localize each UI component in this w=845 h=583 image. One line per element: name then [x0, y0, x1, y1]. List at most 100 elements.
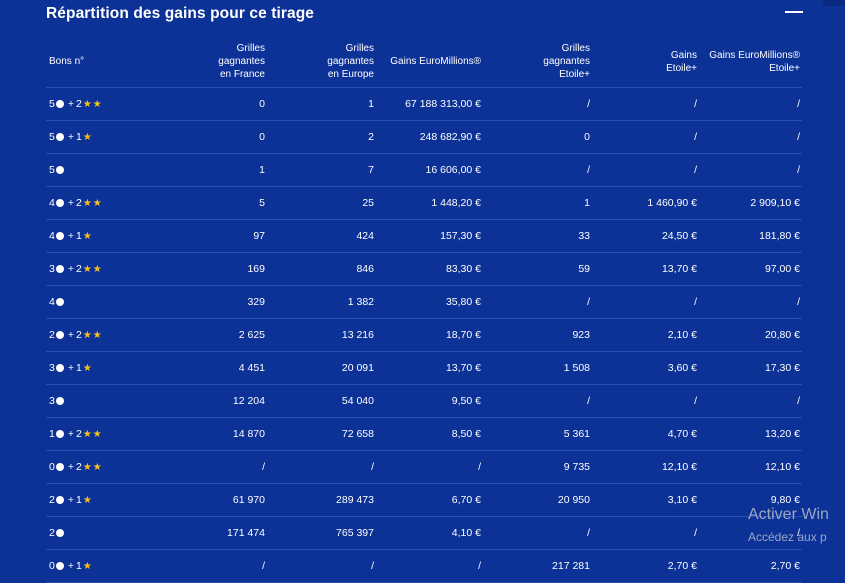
star-icon: ★	[92, 462, 102, 473]
combination-cell: 4 +2★★	[46, 186, 140, 220]
star-icon: ★	[82, 198, 92, 209]
value-cell: 14 870	[140, 417, 267, 451]
balls-count: 4	[49, 197, 55, 209]
value-cell: /	[267, 549, 376, 583]
ball-icon	[55, 496, 64, 504]
value-cell: 13,70 €	[376, 351, 483, 385]
plus-sign: +	[67, 461, 74, 473]
value-cell: 1 448,20 €	[376, 186, 483, 220]
star-icon: ★	[82, 99, 92, 110]
plus-sign: +	[67, 131, 74, 143]
value-cell: 1 508	[483, 351, 592, 385]
plus-sign: +	[67, 329, 74, 341]
balls-count: 5	[49, 98, 55, 110]
value-cell: /	[483, 153, 592, 187]
star-icon: ★	[82, 561, 92, 572]
value-cell: 1	[483, 186, 592, 220]
value-cell: /	[483, 285, 592, 319]
star-icon: ★	[82, 462, 92, 473]
value-cell: /	[140, 450, 267, 484]
value-cell: /	[699, 87, 802, 121]
ball-icon	[55, 133, 64, 141]
balls-count: 0	[49, 560, 55, 572]
value-cell: /	[592, 285, 699, 319]
star-icon: ★	[92, 198, 102, 209]
table-row: 3 12 204 54 040 9,50 € / / /	[46, 384, 802, 418]
stars-count: 2	[75, 329, 82, 341]
value-cell: /	[483, 384, 592, 418]
column-header: Grilles gagnantes en France	[140, 36, 267, 88]
value-cell: 2 625	[140, 318, 267, 352]
value-cell: 0	[140, 87, 267, 121]
value-cell: 20,80 €	[699, 318, 802, 352]
table-row: 5 1 7 16 606,00 € / / /	[46, 153, 802, 187]
value-cell: 61 970	[140, 483, 267, 517]
column-header: Grilles gagnantes en Europe	[267, 36, 376, 88]
table-row: 3 +1★ 4 451 20 091 13,70 €1 508 3,60 €17,30 €	[46, 351, 802, 385]
value-cell: /	[592, 384, 699, 418]
value-cell: 1	[140, 153, 267, 187]
ball-icon	[55, 397, 64, 405]
stars-count: 1	[75, 230, 82, 242]
value-cell: 5	[140, 186, 267, 220]
plus-sign: +	[67, 98, 74, 110]
column-header: Grilles gagnantes Etoile+	[483, 36, 592, 88]
balls-count: 3	[49, 362, 55, 374]
table-row: 3 +2★★ 169 846 83,30 €59 13,70 €97,00 €	[46, 252, 802, 286]
window-edge	[823, 0, 845, 6]
value-cell: 9,50 €	[376, 384, 483, 418]
balls-count: 2	[49, 329, 55, 341]
table-row: 5 +2★★ 0 1 67 188 313,00 € / / /	[46, 87, 802, 121]
page-title: Répartition des gains pour ce tirage	[46, 5, 315, 22]
value-cell: 13 216	[267, 318, 376, 352]
value-cell: 8,50 €	[376, 417, 483, 451]
star-icon: ★	[82, 495, 92, 506]
table-body: 5 +2★★ 0 1 67 188 313,00 € / //5 +1★ 0 2 248 682,9…	[46, 87, 802, 583]
table-row: 5 +1★ 0 2 248 682,90 €0//	[46, 120, 802, 154]
value-cell: 24,50 €	[592, 219, 699, 253]
balls-count: 4	[49, 296, 55, 308]
collapse-icon[interactable]	[785, 11, 803, 13]
value-cell: 72 658	[267, 417, 376, 451]
value-cell: 4,70 €	[592, 417, 699, 451]
table-row: 4 329 1 382 35,80 € / / /	[46, 285, 802, 319]
value-cell: 6,70 €	[376, 483, 483, 517]
value-cell: 13,20 €	[699, 417, 802, 451]
balls-count: 2	[49, 494, 55, 506]
stars-count: 1	[75, 560, 82, 572]
value-cell: 846	[267, 252, 376, 286]
balls-count: 2	[49, 527, 55, 539]
ball-icon	[55, 232, 64, 240]
combination-cell: 3 +1★	[46, 351, 140, 385]
value-cell: 12,10 €	[592, 450, 699, 484]
balls-count: 3	[49, 395, 55, 407]
value-cell: 20 091	[267, 351, 376, 385]
ball-icon	[55, 100, 64, 108]
value-cell: 59	[483, 252, 592, 286]
value-cell: 18,70 €	[376, 318, 483, 352]
value-cell: /	[699, 153, 802, 187]
plus-sign: +	[67, 197, 74, 209]
value-cell: 217 281	[483, 549, 592, 583]
ball-icon	[55, 562, 64, 570]
value-cell: /	[267, 450, 376, 484]
value-cell: 2,70 €	[592, 549, 699, 583]
value-cell: 289 473	[267, 483, 376, 517]
combination-cell: 2	[46, 516, 140, 550]
value-cell: /	[376, 549, 483, 583]
value-cell: 2 909,10 €	[699, 186, 802, 220]
value-cell: 17,30 €	[699, 351, 802, 385]
value-cell: 0	[483, 120, 592, 154]
value-cell: 2,70 €	[699, 549, 802, 583]
star-icon: ★	[92, 330, 102, 341]
value-cell: 171 474	[140, 516, 267, 550]
value-cell: 13,70 €	[592, 252, 699, 286]
value-cell: 424	[267, 219, 376, 253]
value-cell: 157,30 €	[376, 219, 483, 253]
ball-icon	[55, 199, 64, 207]
value-cell: 2	[267, 120, 376, 154]
balls-count: 4	[49, 230, 55, 242]
plus-sign: +	[67, 362, 74, 374]
table-row: 2 +1★ 61 970 289 473 6,70 €20 950 3,10 €9,80 …	[46, 483, 802, 517]
plus-sign: +	[67, 263, 74, 275]
